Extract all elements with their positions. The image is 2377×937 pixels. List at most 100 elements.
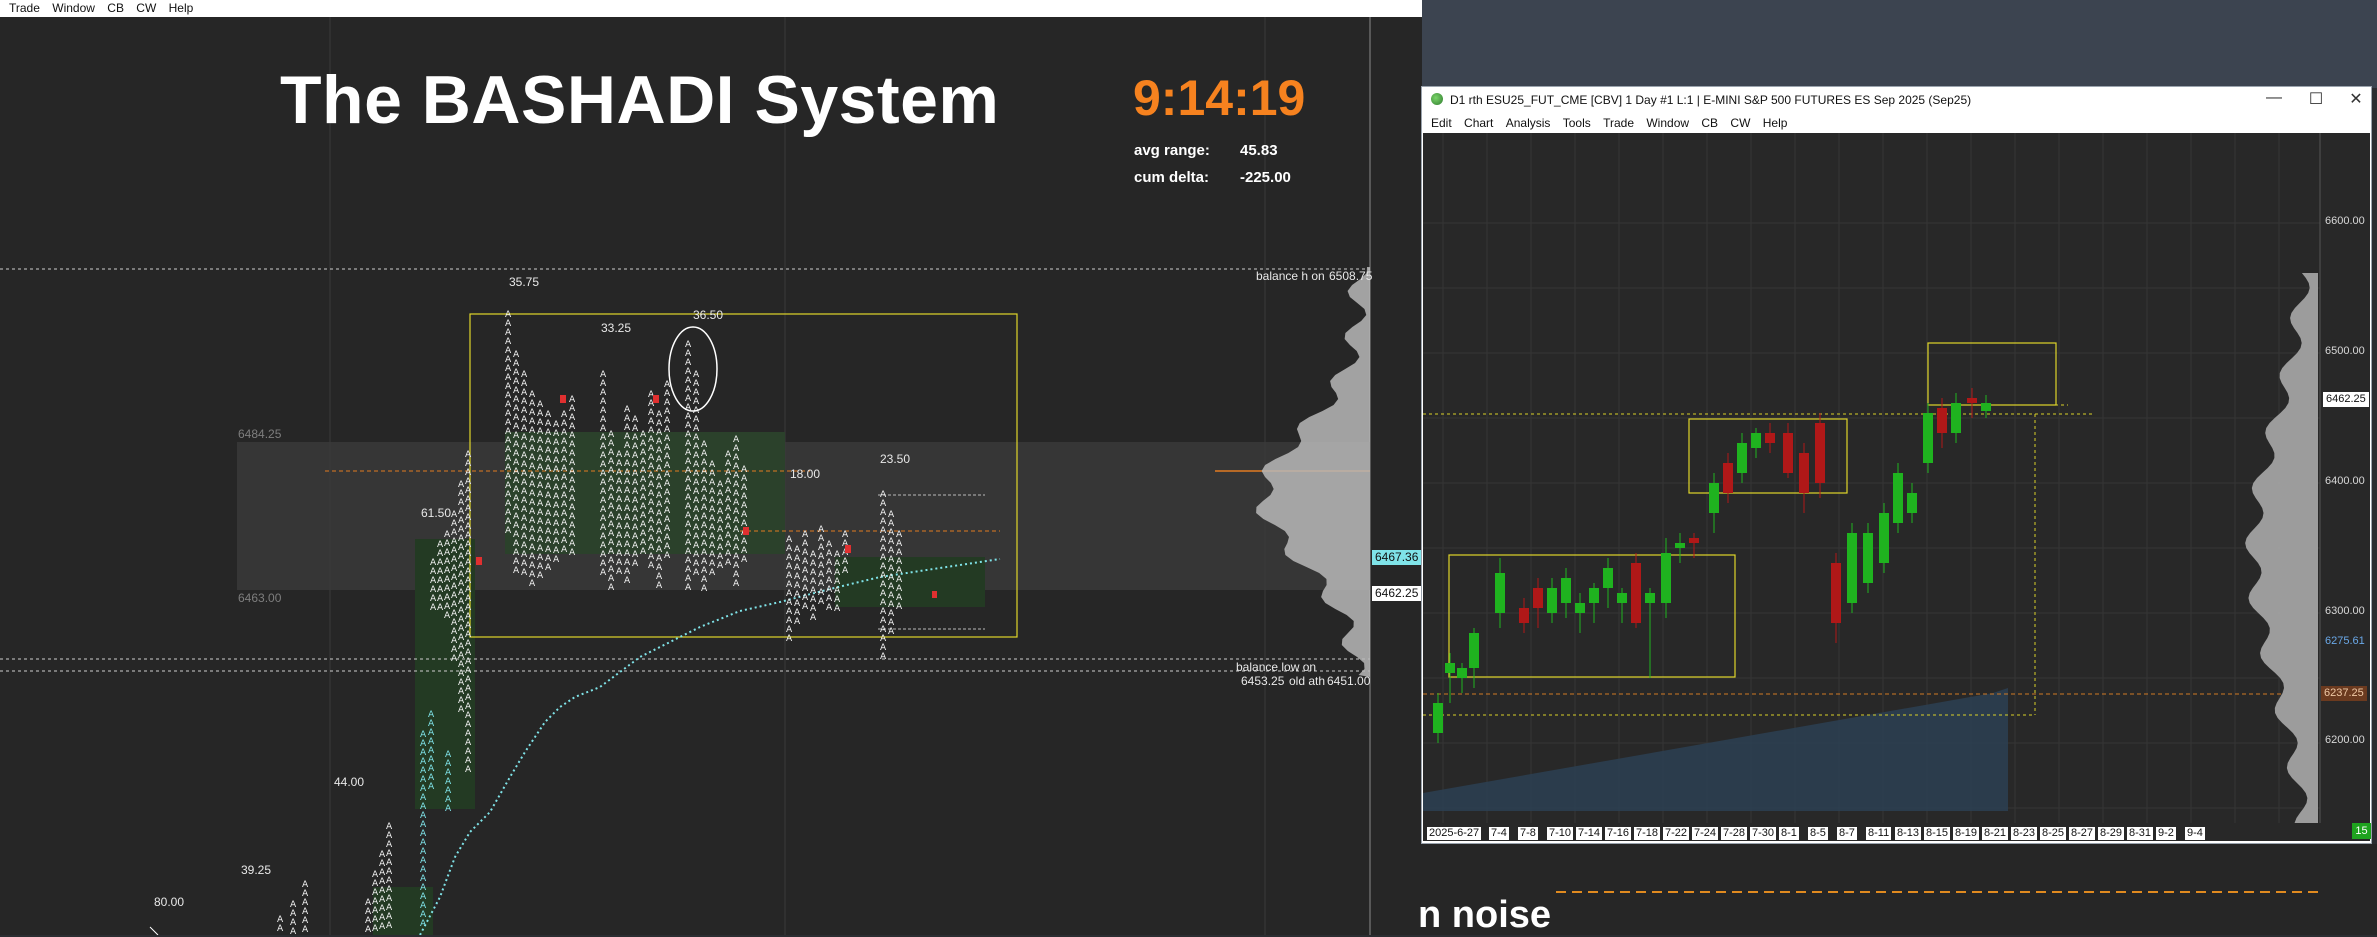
- svg-text:A: A: [302, 925, 309, 935]
- svg-text:A: A: [365, 925, 372, 935]
- svg-text:A: A: [834, 604, 841, 614]
- svg-text:A: A: [529, 579, 536, 589]
- value-area-low-label: 6463.00: [238, 591, 282, 605]
- svg-text:A: A: [842, 566, 849, 576]
- date-label: 7-8: [1518, 827, 1538, 840]
- range-label-6: 61.50: [421, 506, 452, 520]
- date-label: 8-5: [1808, 827, 1828, 840]
- app-globe-icon: [1431, 93, 1443, 105]
- svg-text:A: A: [880, 652, 887, 662]
- menu-edit[interactable]: Edit: [1431, 113, 1452, 133]
- date-label: 8-25: [2040, 827, 2067, 840]
- svg-text:A: A: [733, 579, 740, 589]
- date-label: 9-4: [2185, 827, 2205, 840]
- date-label: 7-4: [1489, 827, 1509, 840]
- menu-chart[interactable]: Chart: [1464, 113, 1493, 133]
- candlestick-canvas[interactable]: [1423, 133, 2370, 841]
- price-tag-orange: 6237.25: [2321, 686, 2367, 701]
- maximize-button[interactable]: ☐: [2302, 89, 2330, 109]
- svg-text:A: A: [794, 617, 801, 627]
- svg-text:A: A: [600, 568, 607, 578]
- svg-text:A: A: [545, 563, 552, 573]
- menu-cw[interactable]: CW: [136, 0, 156, 16]
- date-label: 8-29: [2098, 827, 2125, 840]
- menu-window-2[interactable]: Window: [1646, 113, 1689, 133]
- range-label-7: 44.00: [334, 775, 365, 789]
- date-label: 7-16: [1605, 827, 1632, 840]
- svg-text:A: A: [656, 581, 663, 591]
- svg-text:A: A: [786, 634, 793, 644]
- range-label-4: 18.00: [790, 467, 821, 481]
- menu-analysis[interactable]: Analysis: [1506, 113, 1551, 133]
- svg-text:A: A: [561, 545, 568, 555]
- menu-help[interactable]: Help: [169, 0, 194, 16]
- date-label: 8-19: [1953, 827, 1980, 840]
- svg-text:A: A: [428, 782, 435, 792]
- date-label: 7-10: [1547, 827, 1574, 840]
- date-label: 8-11: [1866, 827, 1892, 840]
- window-title-bar[interactable]: D1 rth ESU25_FUT_CME [CBV] 1 Day #1 L:1 …: [1422, 87, 2371, 113]
- price-axis-6300: 6300.00: [2325, 605, 2365, 617]
- menu-cb-2[interactable]: CB: [1701, 113, 1718, 133]
- corner-badge: 15: [2352, 823, 2371, 839]
- svg-text:A: A: [537, 571, 544, 581]
- menu-trade[interactable]: Trade: [9, 0, 40, 16]
- close-button[interactable]: ✕: [2342, 89, 2370, 109]
- svg-text:A: A: [693, 568, 700, 578]
- balance-low-value: 6453.25: [1241, 674, 1285, 688]
- price-axis-6600: 6600.00: [2325, 215, 2365, 227]
- main-chart-panel[interactable]: AAAAAAAAAAAAAAAAAAAAAAAAAAAAAAAAAAAAAAAA…: [0, 17, 1422, 935]
- date-label: 7-18: [1634, 827, 1661, 840]
- svg-text:A: A: [640, 547, 647, 557]
- daily-chart-area[interactable]: 6600.00 6500.00 6400.00 6300.00 6200.00 …: [1423, 133, 2370, 841]
- page-title: The BASHADI System: [280, 62, 1000, 138]
- clock-readout: 9:14:19: [1133, 70, 1306, 126]
- bottom-panel: [1421, 844, 2377, 935]
- date-label: 7-22: [1663, 827, 1690, 840]
- date-label: 8-13: [1895, 827, 1922, 840]
- menu-window[interactable]: Window: [52, 0, 95, 16]
- range-label-5: 23.50: [880, 452, 911, 466]
- date-label: 7-30: [1750, 827, 1777, 840]
- avg-range-value: 45.83: [1240, 142, 1278, 159]
- range-label-2: 33.25: [601, 321, 632, 335]
- date-label: 8-7: [1837, 827, 1857, 840]
- date-label: 9-2: [2156, 827, 2176, 840]
- svg-text:A: A: [465, 765, 472, 775]
- date-label: 8-23: [2011, 827, 2038, 840]
- daily-chart-window[interactable]: D1 rth ESU25_FUT_CME [CBV] 1 Day #1 L:1 …: [1421, 86, 2372, 844]
- date-label: 7-24: [1692, 827, 1719, 840]
- svg-text:A: A: [664, 551, 671, 561]
- svg-text:A: A: [513, 566, 520, 576]
- date-label: 8-21: [1982, 827, 2009, 840]
- svg-text:A: A: [725, 558, 732, 568]
- date-label: 7-14: [1576, 827, 1603, 840]
- svg-text:A: A: [648, 561, 655, 571]
- menu-cb[interactable]: CB: [107, 0, 124, 16]
- svg-text:A: A: [505, 526, 512, 536]
- desktop-background: [1422, 0, 2377, 88]
- price-axis-6200: 6200.00: [2325, 734, 2365, 746]
- svg-text:A: A: [616, 567, 623, 577]
- price-tag-white: 6462.25: [1372, 586, 1422, 601]
- minimize-button[interactable]: —: [2260, 89, 2288, 107]
- menu-cw-2[interactable]: CW: [1730, 113, 1750, 133]
- svg-text:A: A: [430, 603, 437, 613]
- svg-text:A: A: [802, 602, 809, 612]
- menu-trade-2[interactable]: Trade: [1603, 113, 1634, 133]
- svg-text:A: A: [896, 602, 903, 612]
- svg-text:A: A: [709, 568, 716, 578]
- date-label: 2025-6-27: [1427, 827, 1482, 840]
- svg-text:A: A: [608, 583, 615, 593]
- date-label: 8-15: [1924, 827, 1951, 840]
- window-title-text: D1 rth ESU25_FUT_CME [CBV] 1 Day #1 L:1 …: [1450, 93, 1972, 107]
- menu-help-2[interactable]: Help: [1763, 113, 1788, 133]
- value-area-high-label: 6484.25: [238, 427, 282, 441]
- date-label: 7-28: [1721, 827, 1748, 840]
- menu-tools[interactable]: Tools: [1563, 113, 1591, 133]
- svg-text:A: A: [717, 561, 724, 571]
- svg-text:A: A: [437, 603, 444, 613]
- price-tag-cyan: 6467.36: [1372, 550, 1422, 565]
- range-label-9: 80.00: [154, 895, 185, 909]
- range-label-1: 35.75: [509, 275, 540, 289]
